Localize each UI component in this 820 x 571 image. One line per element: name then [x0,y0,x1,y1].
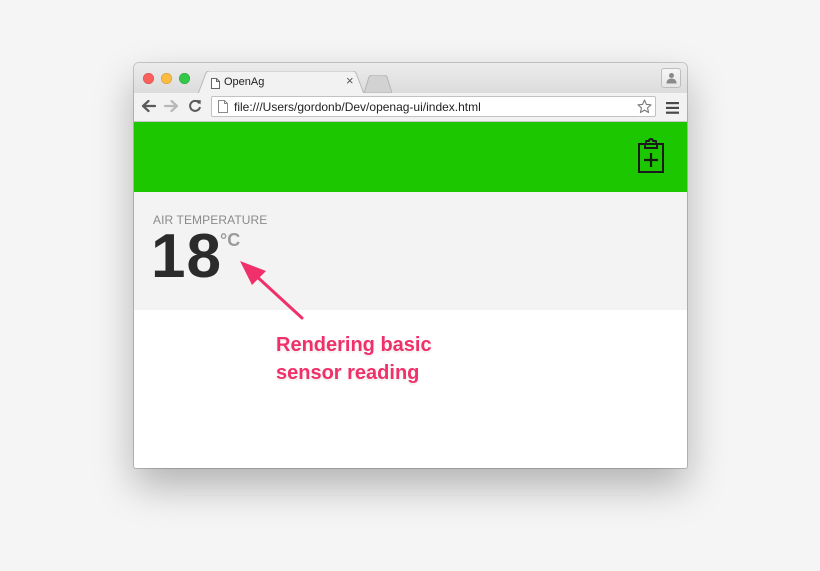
annotation-line-1: Rendering basic [276,334,432,356]
annotation-line-2: sensor reading [276,362,420,384]
annotation-text: Rendering basic sensor reading [276,331,432,387]
annotation-arrow [240,261,304,320]
